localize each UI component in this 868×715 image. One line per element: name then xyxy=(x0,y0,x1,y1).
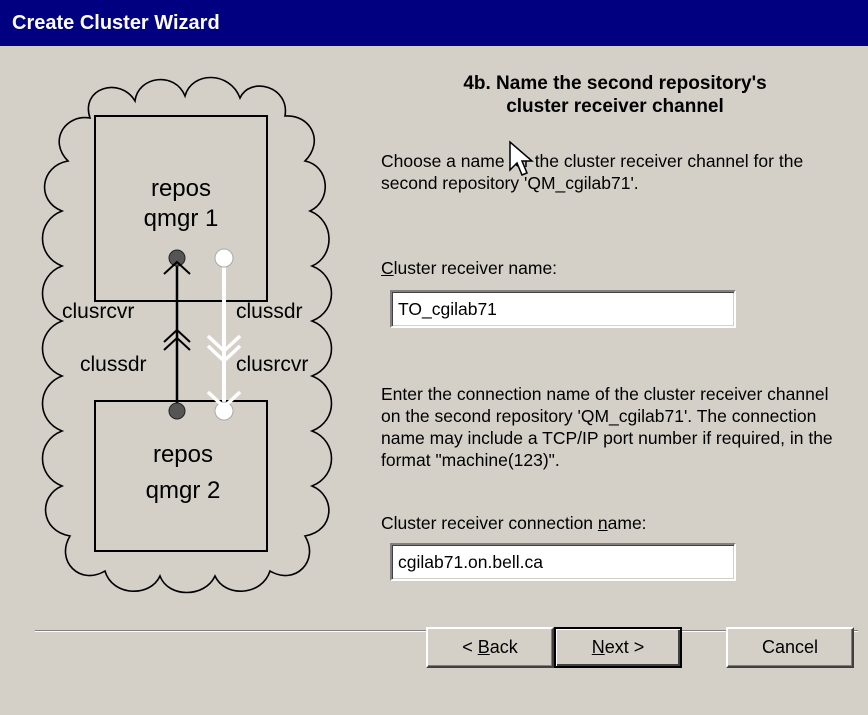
step-heading-line1: 4b. Name the second repository's xyxy=(463,73,767,94)
back-button-accel: B xyxy=(477,637,490,657)
qmgr2-label-2: qmgr 2 xyxy=(146,477,221,504)
connection-help-text: Enter the connection name of the cluster… xyxy=(381,384,833,470)
next-button-rest: ext > xyxy=(604,637,645,657)
label-clusrcvr-right: clusrcvr xyxy=(236,353,308,376)
connection-name-label: Cluster receiver connection name: xyxy=(381,513,647,534)
back-button-prefix: < xyxy=(462,637,478,657)
label-clussdr-right: clussdr xyxy=(236,300,303,323)
next-button[interactable]: Next > xyxy=(554,627,682,668)
white-channel xyxy=(206,248,242,421)
qmgr2-box xyxy=(94,400,268,552)
back-button[interactable]: < Back xyxy=(426,627,554,668)
intro-text: Choose a name for the cluster receiver c… xyxy=(381,151,804,193)
receiver-name-label-accel: C xyxy=(381,258,394,278)
connection-name-label-accel: n xyxy=(597,513,608,533)
next-button-accel: N xyxy=(591,637,605,657)
cloud-outline xyxy=(41,76,333,594)
window-title-bar[interactable]: Create Cluster Wizard xyxy=(0,0,868,46)
qmgr1-label-1: repos xyxy=(151,175,211,202)
label-clussdr-left: clussdr xyxy=(80,353,147,376)
connection-name-input[interactable] xyxy=(390,543,736,581)
label-clusrcvr-left: clusrcvr xyxy=(62,300,134,323)
step-heading-line2: cluster receiver channel xyxy=(506,96,724,117)
qmgr1-label-2: qmgr 1 xyxy=(144,205,219,232)
step-heading: 4b. Name the second repository's cluster… xyxy=(380,72,850,118)
cancel-button[interactable]: Cancel xyxy=(726,627,854,668)
cluster-illustration: repos qmgr 1 repos qmgr 2 clusrcvr cluss… xyxy=(0,46,360,606)
receiver-name-input[interactable] xyxy=(390,290,736,328)
window-title: Create Cluster Wizard xyxy=(12,12,220,34)
back-button-rest: ack xyxy=(489,637,518,657)
receiver-name-label: Cluster receiver name: xyxy=(381,258,557,279)
connection-name-label-prefix: Cluster receiver connection xyxy=(381,513,598,533)
dark-channel xyxy=(163,249,191,420)
receiver-name-label-rest: luster receiver name: xyxy=(393,258,558,278)
connection-name-label-rest: ame: xyxy=(607,513,647,533)
mouse-pointer-icon xyxy=(509,140,534,176)
qmgr2-label-1: repos xyxy=(153,441,213,468)
